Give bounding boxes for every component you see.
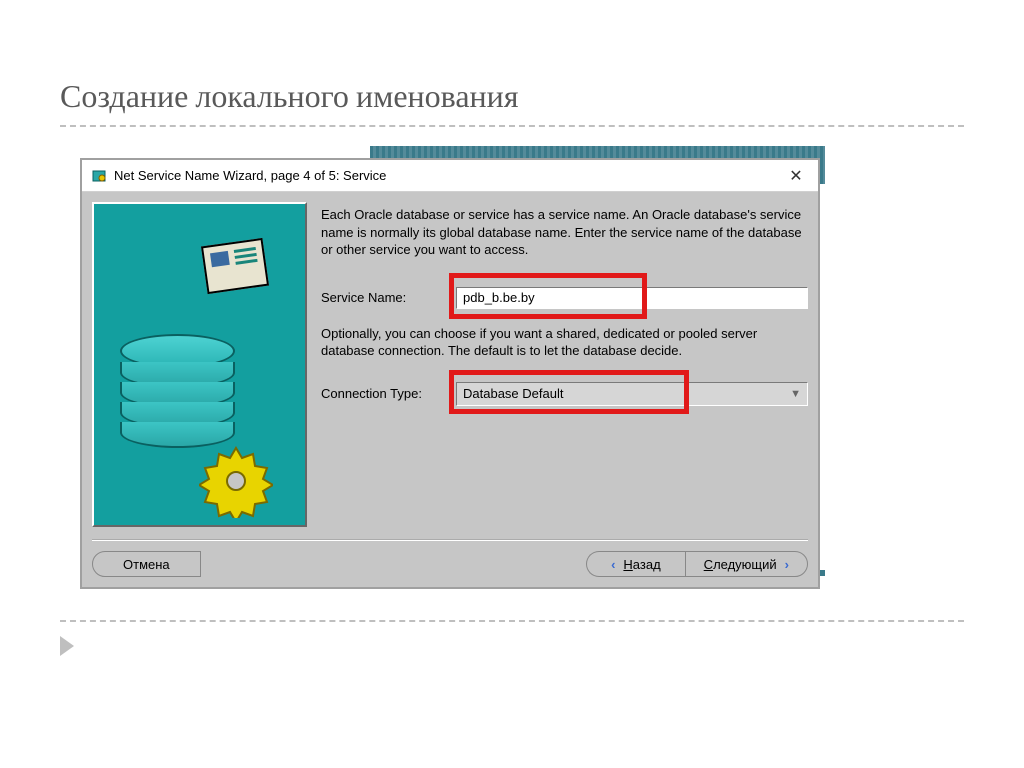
arrow-right-icon: › [785, 557, 789, 572]
wizard-dialog: Net Service Name Wizard, page 4 of 5: Se… [80, 158, 820, 589]
connection-type-combo[interactable]: Database Default ▼ [456, 382, 808, 406]
service-name-input[interactable] [456, 287, 808, 309]
close-button[interactable]: ✕ [782, 164, 810, 188]
dialog-title: Net Service Name Wizard, page 4 of 5: Se… [114, 168, 782, 183]
dialog-body: Each Oracle database or service has a se… [82, 192, 818, 587]
slide-title: Создание локального именования [60, 78, 519, 115]
divider-top [60, 125, 964, 127]
cancel-label: Отмена [123, 557, 170, 572]
slide-arrow-icon [60, 636, 74, 656]
description-text: Each Oracle database or service has a se… [321, 206, 808, 259]
chevron-down-icon: ▼ [790, 388, 801, 400]
divider-bottom [60, 620, 964, 622]
back-label: Назад [623, 557, 660, 572]
optional-text: Optionally, you can choose if you want a… [321, 325, 808, 360]
connection-type-label: Connection Type: [321, 386, 456, 401]
app-icon [90, 167, 108, 185]
database-icon [120, 334, 235, 448]
gear-icon [199, 444, 273, 518]
next-button[interactable]: Следующий › [685, 551, 808, 577]
arrow-left-icon: ‹ [611, 557, 615, 572]
connection-type-value: Database Default [463, 386, 563, 401]
close-icon: ✕ [789, 166, 802, 186]
service-name-label: Service Name: [321, 290, 456, 305]
form-panel: Each Oracle database or service has a se… [321, 202, 808, 527]
back-button[interactable]: ‹ Назад [586, 551, 685, 577]
cancel-button[interactable]: Отмена [92, 551, 201, 577]
id-card-icon [201, 238, 269, 294]
titlebar: Net Service Name Wizard, page 4 of 5: Se… [82, 160, 818, 192]
button-bar: Отмена ‹ Назад Следующий › [92, 539, 808, 577]
wizard-graphic-panel [92, 202, 307, 527]
next-label: Следующий [704, 557, 777, 572]
